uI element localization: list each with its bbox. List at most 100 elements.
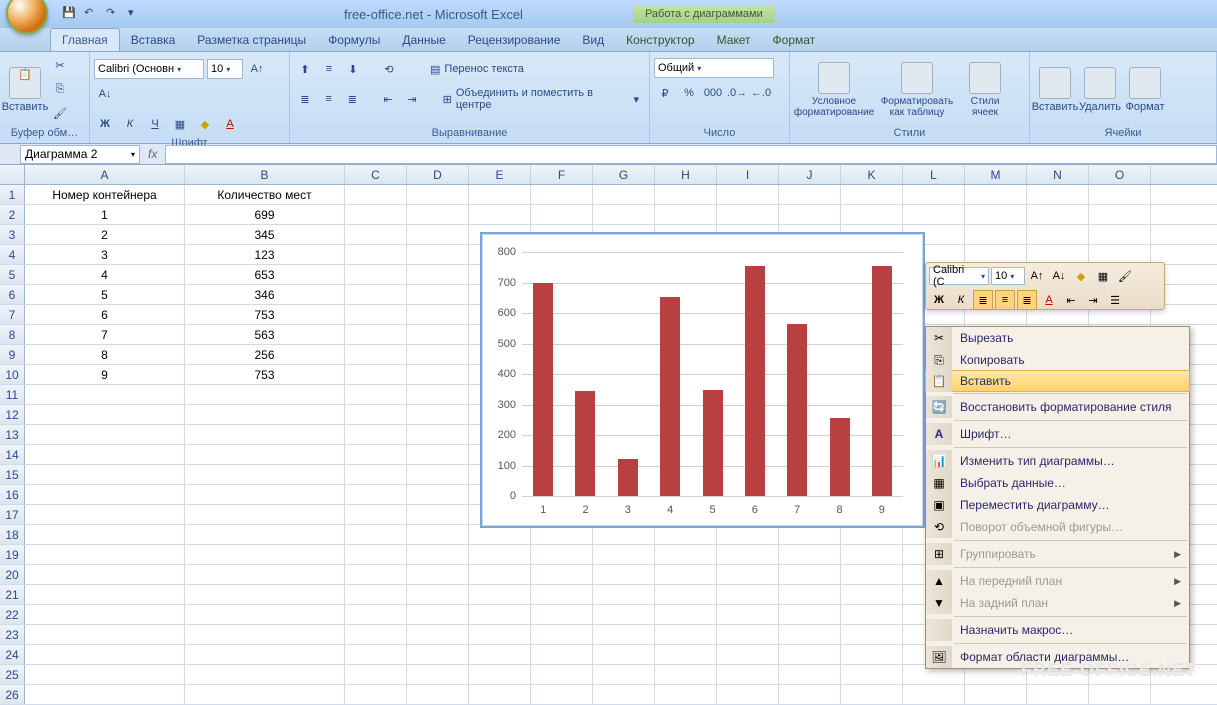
column-header-C[interactable]: C: [345, 165, 407, 184]
cell[interactable]: Количество мест: [185, 185, 345, 204]
cell[interactable]: [25, 625, 185, 644]
cell[interactable]: [25, 485, 185, 504]
cell[interactable]: [407, 405, 469, 424]
cm-font[interactable]: AШрифт…: [926, 423, 1189, 445]
cell[interactable]: [185, 525, 345, 544]
row-header[interactable]: 11: [0, 385, 25, 404]
format-painter-icon[interactable]: 🖌: [49, 103, 71, 125]
chart-bar[interactable]: [745, 266, 765, 496]
cell[interactable]: [593, 545, 655, 564]
row-header[interactable]: 15: [0, 465, 25, 484]
mini-font-color-button[interactable]: A: [1039, 290, 1059, 310]
cell[interactable]: [407, 685, 469, 704]
wrap-text-button[interactable]: ▤Перенос текста: [424, 60, 530, 79]
mini-bullets-icon[interactable]: ☰: [1105, 290, 1125, 310]
cell[interactable]: [345, 445, 407, 464]
cm-reset-style[interactable]: 🔄Восстановить форматирование стиля: [926, 396, 1189, 418]
cell[interactable]: [717, 185, 779, 204]
cell[interactable]: [903, 205, 965, 224]
row-header[interactable]: 24: [0, 645, 25, 664]
percent-icon[interactable]: %: [678, 82, 700, 104]
bold-button[interactable]: Ж: [94, 113, 116, 135]
cell[interactable]: [593, 185, 655, 204]
cell[interactable]: [841, 685, 903, 704]
tab-data[interactable]: Данные: [391, 29, 456, 51]
row-header[interactable]: 1: [0, 185, 25, 204]
mini-border-icon[interactable]: ▦: [1093, 266, 1113, 286]
cell[interactable]: [841, 565, 903, 584]
cell[interactable]: [903, 185, 965, 204]
cell[interactable]: 9: [25, 365, 185, 384]
mini-font-combo[interactable]: Calibri (С▾: [929, 267, 989, 285]
cell[interactable]: 6: [25, 305, 185, 324]
orientation-icon[interactable]: ⟲: [378, 58, 400, 80]
mini-bold-button[interactable]: Ж: [929, 290, 949, 310]
cm-copy[interactable]: ⎘Копировать: [926, 349, 1189, 371]
cell-styles-button[interactable]: Стили ячеек: [960, 60, 1010, 120]
cell[interactable]: [779, 185, 841, 204]
cell[interactable]: [185, 465, 345, 484]
cell[interactable]: [655, 565, 717, 584]
cell[interactable]: [593, 205, 655, 224]
cell[interactable]: [779, 585, 841, 604]
cell[interactable]: [345, 665, 407, 684]
cell[interactable]: [185, 385, 345, 404]
cell[interactable]: [779, 545, 841, 564]
column-header-L[interactable]: L: [903, 165, 965, 184]
cell[interactable]: [779, 665, 841, 684]
row-header[interactable]: 10: [0, 365, 25, 384]
font-size-combo[interactable]: 10▾: [207, 59, 243, 79]
cell[interactable]: [841, 205, 903, 224]
cm-cut[interactable]: ✂Вырезать: [926, 327, 1189, 349]
row-header[interactable]: 3: [0, 225, 25, 244]
cell[interactable]: [779, 565, 841, 584]
cell[interactable]: 753: [185, 365, 345, 384]
font-name-combo[interactable]: Calibri (Основн▾: [94, 59, 204, 79]
cell[interactable]: [469, 205, 531, 224]
cell[interactable]: 753: [185, 305, 345, 324]
cell[interactable]: [407, 445, 469, 464]
format-as-table-button[interactable]: Форматировать как таблицу: [877, 60, 957, 120]
cell[interactable]: [185, 605, 345, 624]
cell[interactable]: [407, 265, 469, 284]
mini-fill-icon[interactable]: ◆: [1071, 266, 1091, 286]
cell[interactable]: [593, 565, 655, 584]
row-header[interactable]: 26: [0, 685, 25, 704]
cell[interactable]: [407, 545, 469, 564]
fill-color-button[interactable]: ◆: [194, 113, 216, 135]
row-header[interactable]: 16: [0, 485, 25, 504]
conditional-format-button[interactable]: Условное форматирование: [794, 60, 874, 120]
decrease-decimal-icon[interactable]: ←.0: [750, 82, 772, 104]
cell[interactable]: [841, 625, 903, 644]
column-header-D[interactable]: D: [407, 165, 469, 184]
currency-icon[interactable]: ₽: [654, 82, 676, 104]
cell[interactable]: [407, 625, 469, 644]
row-header[interactable]: 22: [0, 605, 25, 624]
cell[interactable]: [345, 405, 407, 424]
cell[interactable]: [185, 685, 345, 704]
cell[interactable]: [655, 585, 717, 604]
cell[interactable]: [655, 605, 717, 624]
cell[interactable]: [655, 205, 717, 224]
mini-align-center-button[interactable]: ≡: [995, 290, 1015, 310]
cm-change-chart-type[interactable]: 📊Изменить тип диаграммы…: [926, 450, 1189, 472]
cell[interactable]: [25, 645, 185, 664]
cell[interactable]: [345, 565, 407, 584]
cell[interactable]: [185, 565, 345, 584]
cell[interactable]: [407, 465, 469, 484]
qat-dropdown-icon[interactable]: ▾: [128, 6, 144, 22]
cell[interactable]: [25, 425, 185, 444]
row-header[interactable]: 23: [0, 625, 25, 644]
column-header-N[interactable]: N: [1027, 165, 1089, 184]
cell[interactable]: [531, 685, 593, 704]
cell[interactable]: [345, 385, 407, 404]
cell[interactable]: [965, 185, 1027, 204]
cell[interactable]: [469, 625, 531, 644]
cell[interactable]: [407, 205, 469, 224]
cell[interactable]: 123: [185, 245, 345, 264]
row-header[interactable]: 6: [0, 285, 25, 304]
row-header[interactable]: 13: [0, 425, 25, 444]
cell[interactable]: [407, 365, 469, 384]
cell[interactable]: [1027, 685, 1089, 704]
cell[interactable]: [531, 605, 593, 624]
